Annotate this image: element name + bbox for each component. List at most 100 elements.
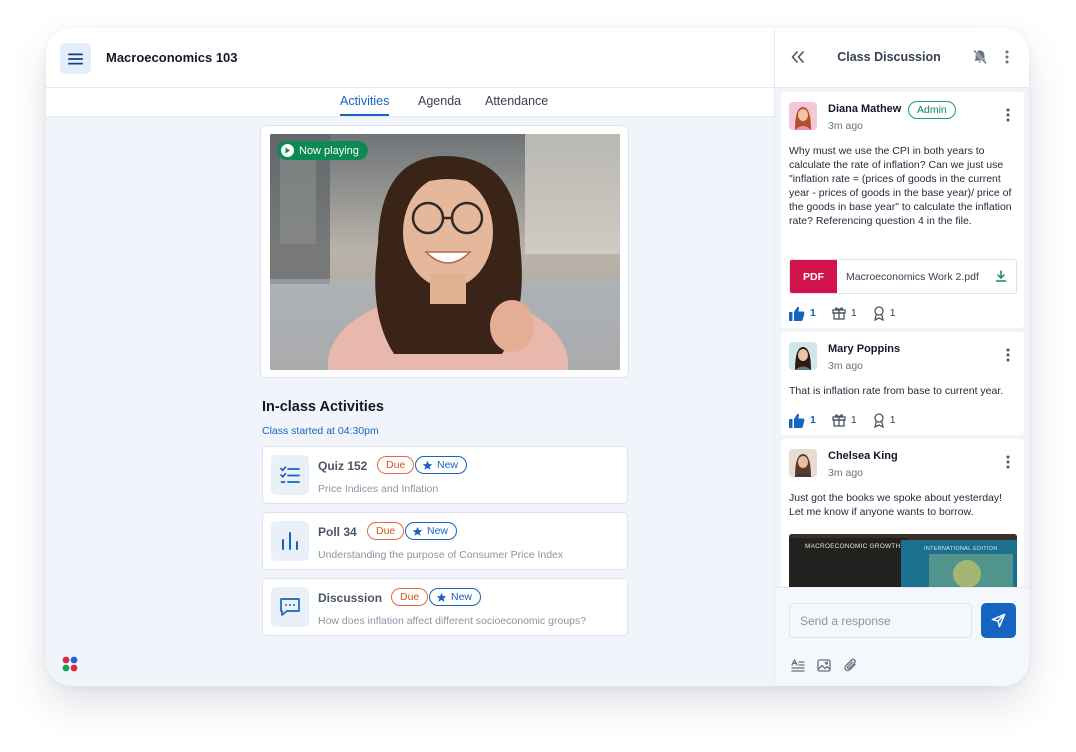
gift-icon bbox=[832, 414, 846, 427]
activity-title: Poll 34 bbox=[318, 525, 357, 539]
hamburger-icon bbox=[68, 53, 83, 64]
book-title-text: INTERNATIONAL EDITION bbox=[924, 546, 998, 552]
gift-icon bbox=[832, 307, 846, 320]
star-icon bbox=[422, 460, 433, 470]
message-card: Mary Poppins 3m ago That is inflation ra… bbox=[781, 332, 1024, 435]
activity-description: How does inflation affect different soci… bbox=[318, 615, 587, 627]
pdf-file-type: PDF bbox=[790, 260, 837, 293]
award-icon bbox=[873, 412, 884, 428]
message-body: That is inflation rate from base to curr… bbox=[789, 385, 1004, 397]
download-icon bbox=[995, 270, 1007, 282]
message-time: 3m ago bbox=[828, 120, 864, 132]
now-playing-badge: Now playing bbox=[277, 141, 368, 160]
new-badge: New bbox=[429, 588, 482, 606]
award-icon bbox=[873, 305, 884, 321]
chat-bubble-icon bbox=[271, 587, 309, 627]
reaction-bar: 1 1 1 bbox=[789, 411, 912, 429]
award-reaction[interactable]: 1 bbox=[873, 412, 896, 428]
menu-button[interactable] bbox=[60, 43, 91, 74]
message-more-button[interactable] bbox=[1002, 106, 1014, 124]
video-player[interactable]: Now playing bbox=[270, 134, 620, 370]
activity-quiz[interactable]: Quiz 152 Due New Price Indices and Infla… bbox=[262, 446, 628, 504]
play-icon bbox=[281, 144, 294, 157]
download-button[interactable] bbox=[994, 269, 1008, 283]
message-card: Chelsea King 3m ago Just got the books w… bbox=[781, 439, 1024, 594]
message-more-button[interactable] bbox=[1002, 453, 1014, 471]
discussion-panel: Class Discussion Diana Mathew Admin 3m a… bbox=[774, 28, 1029, 686]
message-time: 3m ago bbox=[828, 467, 864, 479]
send-button[interactable] bbox=[981, 603, 1016, 638]
kebab-menu-icon bbox=[1005, 50, 1009, 64]
discussion-title: Class Discussion bbox=[837, 50, 941, 64]
new-badge: New bbox=[405, 522, 458, 540]
activity-description: Understanding the purpose of Consumer Pr… bbox=[318, 549, 564, 561]
format-text-button[interactable] bbox=[790, 657, 806, 673]
star-icon bbox=[436, 592, 447, 602]
reaction-bar: 1 1 1 bbox=[789, 304, 912, 322]
activity-title: Quiz 152 bbox=[318, 459, 368, 473]
brand-logo-icon bbox=[62, 656, 78, 672]
message-time: 3m ago bbox=[828, 360, 864, 372]
book-title-text: MACROECONOMIC GROWTH bbox=[805, 543, 901, 550]
image-icon bbox=[817, 658, 831, 672]
app-window: Macroeconomics 103 Activities Agenda Att… bbox=[46, 28, 1029, 686]
image-attachment[interactable]: MACROECONOMIC GROWTH INTERNATIONAL EDITI… bbox=[789, 534, 1017, 594]
discussion-header: Class Discussion bbox=[775, 28, 1029, 88]
tab-activities[interactable]: Activities bbox=[340, 94, 390, 116]
mute-notifications-button[interactable] bbox=[971, 48, 989, 66]
kebab-menu-icon bbox=[1006, 348, 1010, 362]
paperclip-icon bbox=[843, 658, 856, 672]
video-frame-illustration bbox=[270, 134, 620, 370]
checklist-icon bbox=[271, 455, 309, 495]
insert-image-button[interactable] bbox=[816, 657, 832, 673]
message-more-button[interactable] bbox=[1002, 346, 1014, 364]
award-reaction[interactable]: 1 bbox=[873, 305, 896, 321]
like-reaction[interactable]: 1 bbox=[789, 306, 816, 321]
star-icon bbox=[412, 526, 423, 536]
bell-off-icon bbox=[973, 49, 987, 65]
tab-attendance[interactable]: Attendance bbox=[485, 94, 548, 114]
text-format-icon bbox=[791, 658, 805, 672]
send-icon bbox=[991, 613, 1006, 628]
author-name: Mary Poppins bbox=[828, 343, 901, 355]
activity-discussion[interactable]: Discussion Due New How does inflation af… bbox=[262, 578, 628, 636]
like-reaction[interactable]: 1 bbox=[789, 413, 816, 428]
message-card: Diana Mathew Admin 3m ago Why must we us… bbox=[781, 92, 1024, 328]
admin-badge: Admin bbox=[908, 101, 956, 119]
activity-poll[interactable]: Poll 34 Due New Understanding the purpos… bbox=[262, 512, 628, 570]
avatar bbox=[789, 342, 817, 370]
pdf-attachment[interactable]: PDF Macroeconomics Work 2.pdf bbox=[789, 259, 1017, 294]
activity-title: Discussion bbox=[318, 591, 383, 605]
avatar bbox=[789, 449, 817, 477]
tab-bar: Activities Agenda Attendance bbox=[46, 88, 774, 117]
class-start-time: Class started at 04:30pm bbox=[262, 425, 379, 437]
response-input[interactable] bbox=[789, 603, 972, 638]
bar-chart-icon bbox=[271, 521, 309, 561]
new-badge: New bbox=[415, 456, 468, 474]
main-area: Macroeconomics 103 Activities Agenda Att… bbox=[46, 28, 774, 686]
message-body: Why must we use the CPI in both years to… bbox=[789, 145, 1012, 227]
activity-description: Price Indices and Inflation bbox=[318, 483, 439, 495]
now-playing-label: Now playing bbox=[299, 144, 359, 157]
tab-agenda[interactable]: Agenda bbox=[418, 94, 461, 114]
avatar bbox=[789, 102, 817, 130]
thumbs-up-icon bbox=[789, 413, 805, 428]
page-title: Macroeconomics 103 bbox=[106, 50, 238, 65]
attach-file-button[interactable] bbox=[842, 657, 858, 673]
kebab-menu-icon bbox=[1006, 108, 1010, 122]
due-badge: Due bbox=[391, 588, 429, 606]
due-badge: Due bbox=[367, 522, 405, 540]
due-badge: Due bbox=[377, 456, 415, 474]
thumbs-up-icon bbox=[789, 306, 805, 321]
top-bar: Macroeconomics 103 bbox=[46, 28, 774, 88]
message-body: Just got the books we spoke about yester… bbox=[789, 492, 1003, 518]
author-name: Chelsea King bbox=[828, 450, 898, 462]
file-name: Macroeconomics Work 2.pdf bbox=[846, 271, 979, 283]
gift-reaction[interactable]: 1 bbox=[832, 413, 857, 427]
video-card: Now playing bbox=[260, 125, 629, 378]
kebab-menu-icon bbox=[1006, 455, 1010, 469]
gift-reaction[interactable]: 1 bbox=[832, 306, 857, 320]
author-name: Diana Mathew bbox=[828, 103, 902, 115]
activities-heading: In-class Activities bbox=[262, 399, 384, 415]
panel-more-button[interactable] bbox=[1001, 48, 1013, 66]
